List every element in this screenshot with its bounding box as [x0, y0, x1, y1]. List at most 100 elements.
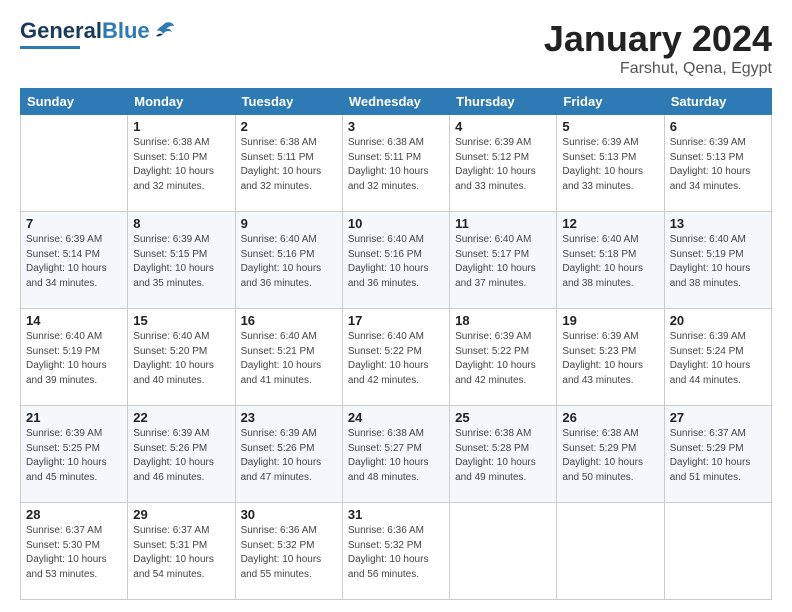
day-info: Sunrise: 6:40 AM Sunset: 5:16 PM Dayligh…: [241, 233, 337, 291]
calendar-cell: 24 Sunrise: 6:38 AM Sunset: 5:27 PM Dayli…: [342, 406, 449, 503]
calendar-week-2: 7 Sunrise: 6:39 AM Sunset: 5:14 PM Daylig…: [21, 212, 772, 309]
header: General Blue January 2024 Farshut, Qena,…: [20, 18, 772, 78]
day-number: 31: [348, 507, 444, 522]
day-number: 23: [241, 410, 337, 425]
logo-blue: Blue: [102, 18, 150, 44]
day-info: Sunrise: 6:38 AM Sunset: 5:10 PM Dayligh…: [133, 136, 229, 194]
calendar-cell: 19 Sunrise: 6:39 AM Sunset: 5:23 PM Dayli…: [557, 309, 664, 406]
day-info: Sunrise: 6:39 AM Sunset: 5:25 PM Dayligh…: [26, 427, 122, 485]
col-monday: Monday: [128, 89, 235, 115]
day-info: Sunrise: 6:39 AM Sunset: 5:22 PM Dayligh…: [455, 330, 551, 388]
day-number: 30: [241, 507, 337, 522]
calendar-cell: 7 Sunrise: 6:39 AM Sunset: 5:14 PM Daylig…: [21, 212, 128, 309]
calendar-cell: 5 Sunrise: 6:39 AM Sunset: 5:13 PM Daylig…: [557, 115, 664, 212]
calendar-cell: [557, 503, 664, 600]
day-info: Sunrise: 6:40 AM Sunset: 5:21 PM Dayligh…: [241, 330, 337, 388]
day-info: Sunrise: 6:39 AM Sunset: 5:13 PM Dayligh…: [562, 136, 658, 194]
logo-bird-icon: [153, 20, 175, 43]
day-info: Sunrise: 6:36 AM Sunset: 5:32 PM Dayligh…: [241, 524, 337, 582]
day-info: Sunrise: 6:37 AM Sunset: 5:29 PM Dayligh…: [670, 427, 766, 485]
calendar-week-3: 14Sunrise: 6:40 AM Sunset: 5:19 PM Dayli…: [21, 309, 772, 406]
day-info: Sunrise: 6:39 AM Sunset: 5:24 PM Dayligh…: [670, 330, 766, 388]
calendar-cell: 11 Sunrise: 6:40 AM Sunset: 5:17 PM Dayli…: [450, 212, 557, 309]
location: Farshut, Qena, Egypt: [544, 60, 772, 78]
logo-underline: [20, 46, 80, 49]
calendar-cell: 31 Sunrise: 6:36 AM Sunset: 5:32 PM Dayli…: [342, 503, 449, 600]
day-number: 17: [348, 313, 444, 328]
col-friday: Friday: [557, 89, 664, 115]
calendar-cell: 15 Sunrise: 6:40 AM Sunset: 5:20 PM Dayli…: [128, 309, 235, 406]
day-number: 11: [455, 216, 551, 231]
day-number: 19: [562, 313, 658, 328]
calendar-cell: 26Sunrise: 6:38 AM Sunset: 5:29 PM Dayli…: [557, 406, 664, 503]
logo: General Blue: [20, 18, 175, 49]
calendar-cell: 30 Sunrise: 6:36 AM Sunset: 5:32 PM Dayli…: [235, 503, 342, 600]
day-number: 9: [241, 216, 337, 231]
calendar-cell: 8 Sunrise: 6:39 AM Sunset: 5:15 PM Daylig…: [128, 212, 235, 309]
day-number: 14: [26, 313, 122, 328]
calendar-cell: 12Sunrise: 6:40 AM Sunset: 5:18 PM Dayli…: [557, 212, 664, 309]
calendar-cell: 3Sunrise: 6:38 AM Sunset: 5:11 PM Daylig…: [342, 115, 449, 212]
calendar-cell: 13 Sunrise: 6:40 AM Sunset: 5:19 PM Dayli…: [664, 212, 771, 309]
day-info: Sunrise: 6:39 AM Sunset: 5:13 PM Dayligh…: [670, 136, 766, 194]
day-info: Sunrise: 6:39 AM Sunset: 5:12 PM Dayligh…: [455, 136, 551, 194]
calendar-cell: 16 Sunrise: 6:40 AM Sunset: 5:21 PM Dayli…: [235, 309, 342, 406]
day-number: 10: [348, 216, 444, 231]
day-info: Sunrise: 6:38 AM Sunset: 5:11 PM Dayligh…: [241, 136, 337, 194]
calendar-week-5: 28Sunrise: 6:37 AM Sunset: 5:30 PM Dayli…: [21, 503, 772, 600]
day-number: 24: [348, 410, 444, 425]
col-sunday: Sunday: [21, 89, 128, 115]
calendar-cell: 2Sunrise: 6:38 AM Sunset: 5:11 PM Daylig…: [235, 115, 342, 212]
day-info: Sunrise: 6:40 AM Sunset: 5:19 PM Dayligh…: [670, 233, 766, 291]
day-info: Sunrise: 6:37 AM Sunset: 5:30 PM Dayligh…: [26, 524, 122, 582]
calendar-week-1: 1Sunrise: 6:38 AM Sunset: 5:10 PM Daylig…: [21, 115, 772, 212]
day-number: 27: [670, 410, 766, 425]
month-title: January 2024: [544, 18, 772, 60]
calendar-cell: [21, 115, 128, 212]
calendar-cell: 1Sunrise: 6:38 AM Sunset: 5:10 PM Daylig…: [128, 115, 235, 212]
day-number: 13: [670, 216, 766, 231]
col-saturday: Saturday: [664, 89, 771, 115]
day-info: Sunrise: 6:38 AM Sunset: 5:27 PM Dayligh…: [348, 427, 444, 485]
col-wednesday: Wednesday: [342, 89, 449, 115]
day-number: 16: [241, 313, 337, 328]
day-info: Sunrise: 6:39 AM Sunset: 5:15 PM Dayligh…: [133, 233, 229, 291]
day-info: Sunrise: 6:38 AM Sunset: 5:29 PM Dayligh…: [562, 427, 658, 485]
day-info: Sunrise: 6:40 AM Sunset: 5:17 PM Dayligh…: [455, 233, 551, 291]
day-number: 22: [133, 410, 229, 425]
calendar-cell: 17Sunrise: 6:40 AM Sunset: 5:22 PM Dayli…: [342, 309, 449, 406]
day-info: Sunrise: 6:40 AM Sunset: 5:16 PM Dayligh…: [348, 233, 444, 291]
calendar-cell: 29Sunrise: 6:37 AM Sunset: 5:31 PM Dayli…: [128, 503, 235, 600]
day-number: 5: [562, 119, 658, 134]
day-number: 18: [455, 313, 551, 328]
day-number: 15: [133, 313, 229, 328]
calendar-header-row: Sunday Monday Tuesday Wednesday Thursday…: [21, 89, 772, 115]
calendar-cell: [450, 503, 557, 600]
day-info: Sunrise: 6:40 AM Sunset: 5:20 PM Dayligh…: [133, 330, 229, 388]
day-number: 4: [455, 119, 551, 134]
day-info: Sunrise: 6:39 AM Sunset: 5:23 PM Dayligh…: [562, 330, 658, 388]
day-number: 3: [348, 119, 444, 134]
day-number: 8: [133, 216, 229, 231]
day-number: 21: [26, 410, 122, 425]
calendar-page: General Blue January 2024 Farshut, Qena,…: [0, 0, 792, 612]
day-number: 7: [26, 216, 122, 231]
calendar-cell: 18 Sunrise: 6:39 AM Sunset: 5:22 PM Dayli…: [450, 309, 557, 406]
calendar-cell: 10 Sunrise: 6:40 AM Sunset: 5:16 PM Dayli…: [342, 212, 449, 309]
day-info: Sunrise: 6:40 AM Sunset: 5:18 PM Dayligh…: [562, 233, 658, 291]
day-info: Sunrise: 6:39 AM Sunset: 5:14 PM Dayligh…: [26, 233, 122, 291]
day-info: Sunrise: 6:38 AM Sunset: 5:28 PM Dayligh…: [455, 427, 551, 485]
day-number: 20: [670, 313, 766, 328]
calendar-table: Sunday Monday Tuesday Wednesday Thursday…: [20, 88, 772, 600]
col-thursday: Thursday: [450, 89, 557, 115]
calendar-cell: 28Sunrise: 6:37 AM Sunset: 5:30 PM Dayli…: [21, 503, 128, 600]
day-number: 25: [455, 410, 551, 425]
calendar-week-4: 21 Sunrise: 6:39 AM Sunset: 5:25 PM Dayli…: [21, 406, 772, 503]
day-info: Sunrise: 6:36 AM Sunset: 5:32 PM Dayligh…: [348, 524, 444, 582]
calendar-cell: 9 Sunrise: 6:40 AM Sunset: 5:16 PM Daylig…: [235, 212, 342, 309]
title-block: January 2024 Farshut, Qena, Egypt: [544, 18, 772, 78]
calendar-cell: 21 Sunrise: 6:39 AM Sunset: 5:25 PM Dayli…: [21, 406, 128, 503]
calendar-cell: [664, 503, 771, 600]
calendar-cell: 23Sunrise: 6:39 AM Sunset: 5:26 PM Dayli…: [235, 406, 342, 503]
calendar-cell: 14Sunrise: 6:40 AM Sunset: 5:19 PM Dayli…: [21, 309, 128, 406]
